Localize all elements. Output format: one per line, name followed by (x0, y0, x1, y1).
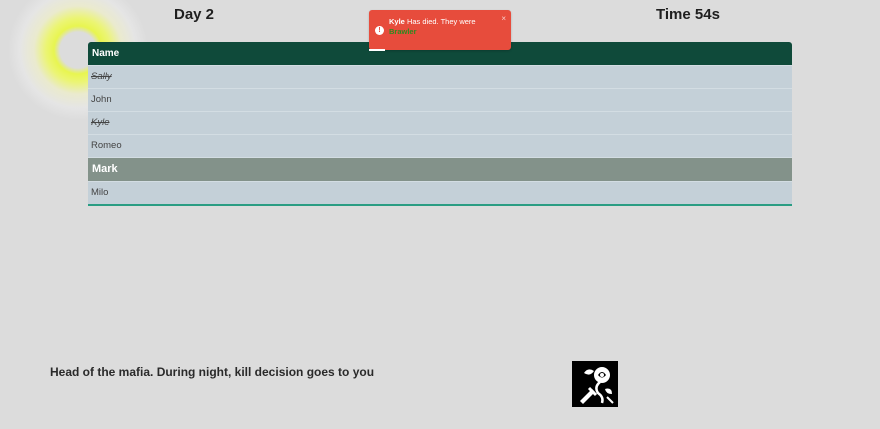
player-row-kyle[interactable]: Kyle (88, 111, 792, 134)
death-notification-toast: ! Kyle Has died. They were Brawler × (369, 10, 511, 51)
toast-message: Kyle Has died. They were Brawler (389, 17, 476, 37)
alert-icon: ! (375, 26, 384, 35)
player-row-john[interactable]: John (88, 88, 792, 111)
rose-dagger-icon (572, 361, 618, 407)
player-row-romeo[interactable]: Romeo (88, 134, 792, 157)
toast-text: Has died. They were (406, 17, 476, 26)
day-label: Day 2 (174, 6, 215, 23)
player-row-mark[interactable]: Mark (88, 157, 792, 181)
toast-role: Brawler (389, 27, 417, 36)
role-description: Head of the mafia. During night, kill de… (50, 365, 375, 379)
player-row-milo[interactable]: Milo (88, 181, 792, 204)
players-table: Name Sally John Kyle Romeo Mark Milo (88, 42, 792, 206)
close-icon[interactable]: × (501, 14, 506, 23)
toast-progress-bar (369, 49, 385, 51)
player-row-sally[interactable]: Sally (88, 65, 792, 88)
toast-player-name: Kyle (389, 17, 405, 26)
timer-label: Time 54s (656, 6, 720, 23)
